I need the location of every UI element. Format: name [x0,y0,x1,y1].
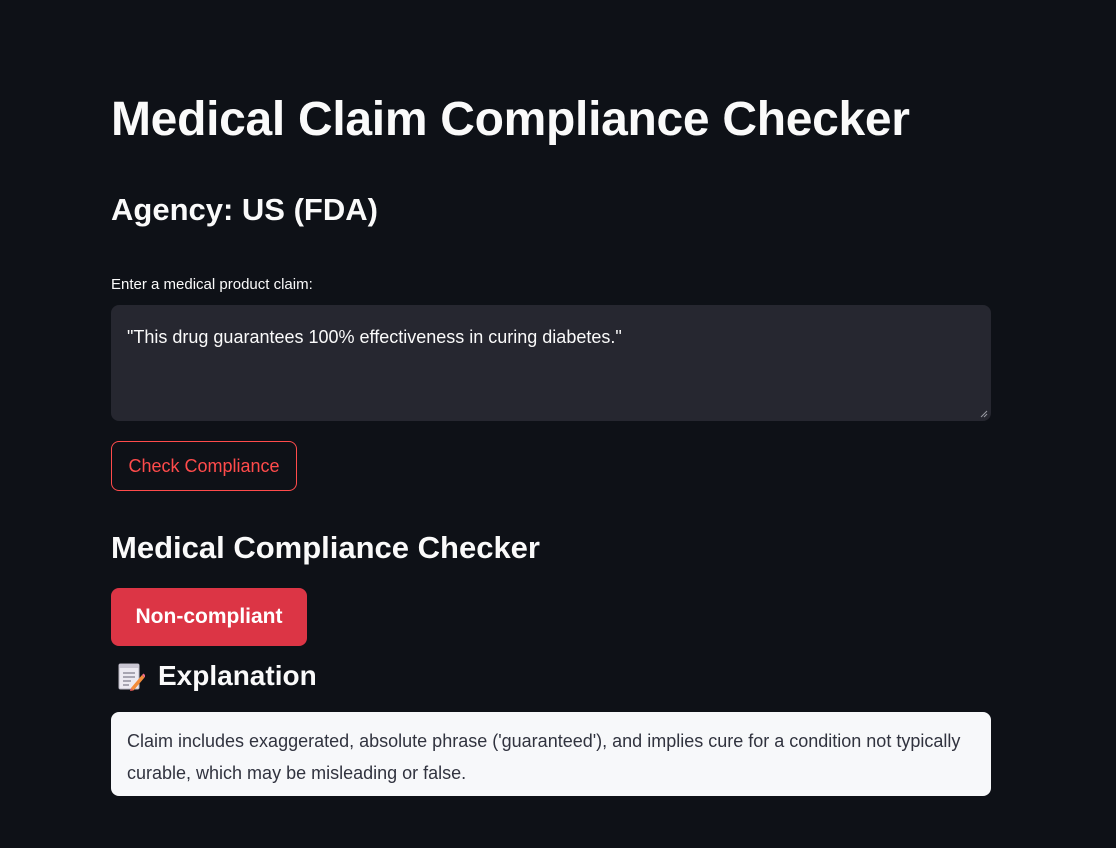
result-section-title: Medical Compliance Checker [111,530,540,565]
claim-textarea[interactable]: "This drug guarantees 100% effectiveness… [111,305,991,421]
resize-handle-icon[interactable] [980,410,988,418]
claim-input-label: Enter a medical product claim: [111,276,313,293]
explanation-heading: Explanation [117,656,317,696]
app-container: Medical Claim Compliance Checker Agency:… [0,0,1116,848]
status-badge: Non-compliant [111,588,307,646]
check-compliance-button[interactable]: Check Compliance [111,441,297,491]
agency-heading: Agency: US (FDA) [111,192,378,227]
explanation-box: Claim includes exaggerated, absolute phr… [111,712,991,796]
memo-icon [118,663,145,691]
explanation-text: Claim includes exaggerated, absolute phr… [127,731,961,783]
page-title: Medical Claim Compliance Checker [111,93,910,146]
explanation-title: Explanation [158,660,317,691]
claim-textarea-value[interactable]: "This drug guarantees 100% effectiveness… [127,324,975,350]
